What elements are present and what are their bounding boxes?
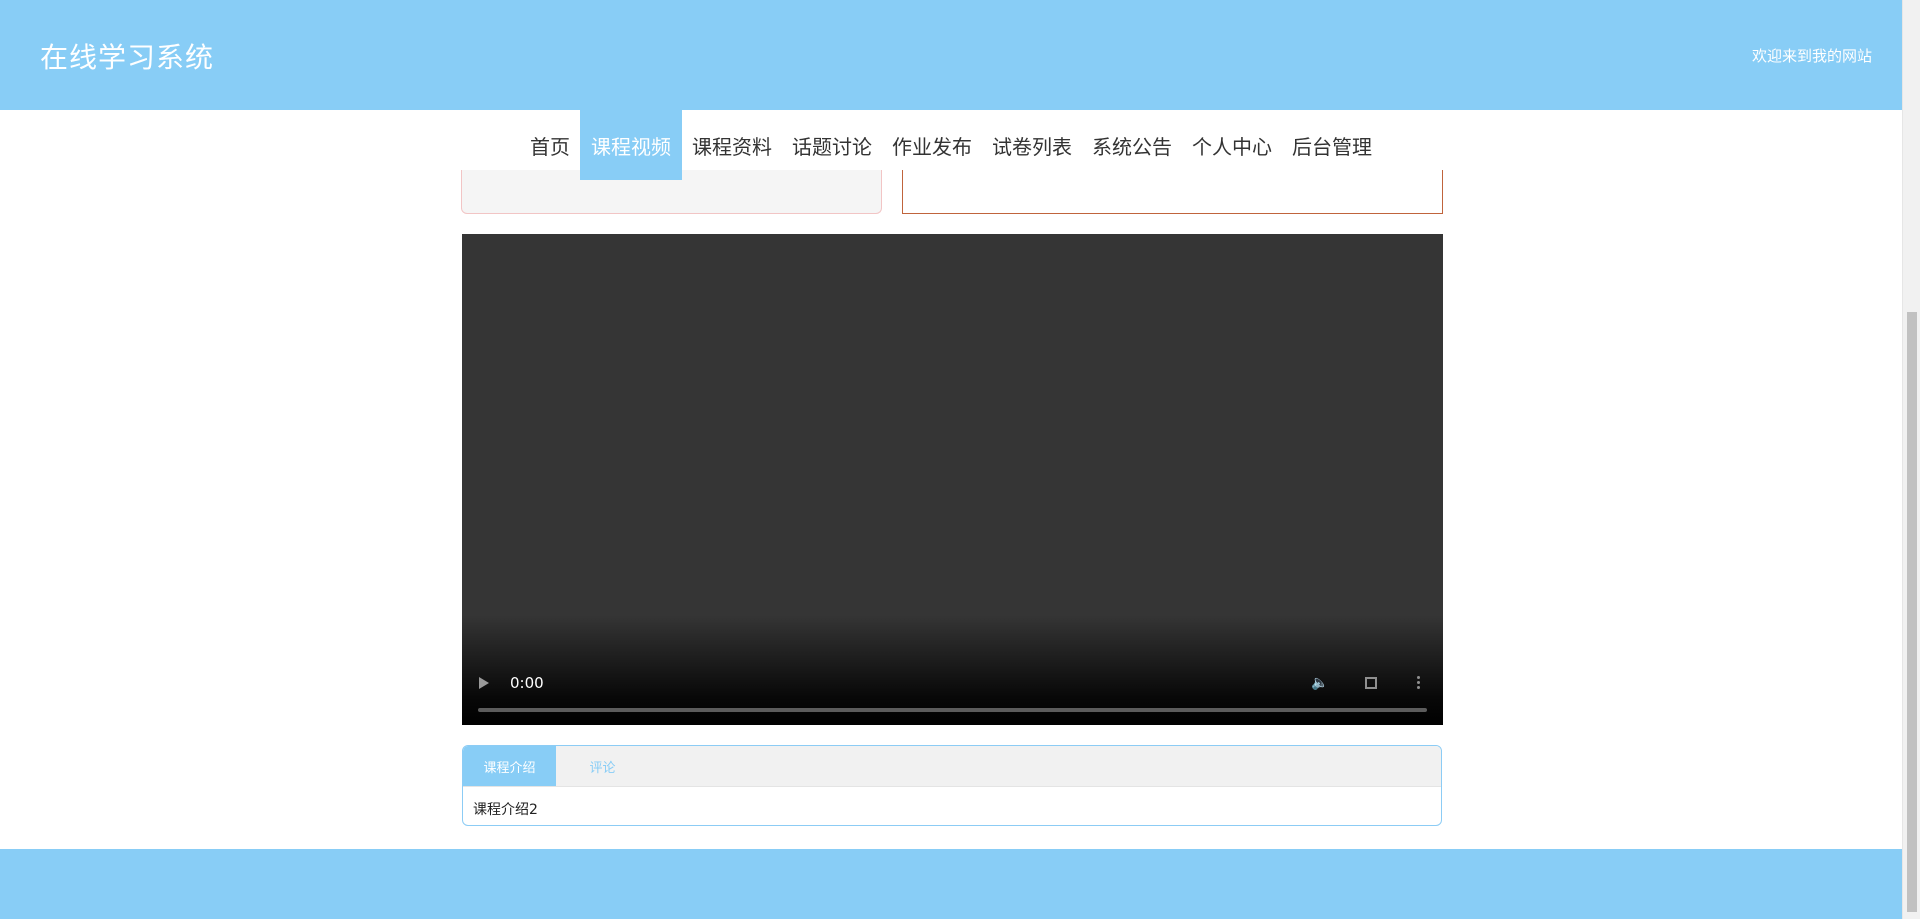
tab-comments[interactable]: 评论 [556,746,649,786]
nav-item-personal-center[interactable]: 个人中心 [1182,110,1282,180]
volume-icon[interactable]: 🔈 [1311,675,1329,691]
video-controls: 0:00 🔈 [462,665,1443,725]
site-title[interactable]: 在线学习系统 [40,36,214,76]
nav-item-home[interactable]: 首页 [520,110,580,180]
scrollbar-thumb[interactable] [1907,312,1917,912]
video-progress-bar[interactable] [478,708,1427,712]
site-footer [0,849,1902,919]
page-scrollbar[interactable] [1902,0,1920,919]
fullscreen-icon[interactable] [1365,677,1377,689]
tab-bar: 课程介绍 评论 [463,746,1441,787]
nav-item-homework[interactable]: 作业发布 [882,110,982,180]
main-nav: 首页 课程视频 课程资料 话题讨论 作业发布 试卷列表 系统公告 个人中心 后台… [0,110,1902,180]
welcome-text: 欢迎来到我的网站 [1751,47,1872,65]
more-options-icon[interactable] [1417,676,1420,690]
nav-item-admin[interactable]: 后台管理 [1282,110,1382,180]
course-tabs-panel: 课程介绍 评论 课程介绍2 [462,745,1442,826]
nav-item-course-materials[interactable]: 课程资料 [682,110,782,180]
site-header: 在线学习系统 欢迎来到我的网站 [0,0,1902,110]
video-player[interactable]: 0:00 🔈 [462,234,1443,725]
nav-item-announcements[interactable]: 系统公告 [1082,110,1182,180]
tab-course-intro[interactable]: 课程介绍 [463,746,556,786]
nav-item-topic-discussion[interactable]: 话题讨论 [782,110,882,180]
tab-content: 课程介绍2 [473,802,538,818]
video-time: 0:00 [510,674,544,692]
play-icon[interactable] [479,677,489,689]
nav-item-course-videos[interactable]: 课程视频 [580,110,682,180]
nav-item-exam-list[interactable]: 试卷列表 [982,110,1082,180]
page: 在线学习系统 欢迎来到我的网站 首页 课程视频 课程资料 话题讨论 作业发布 试… [0,0,1920,919]
